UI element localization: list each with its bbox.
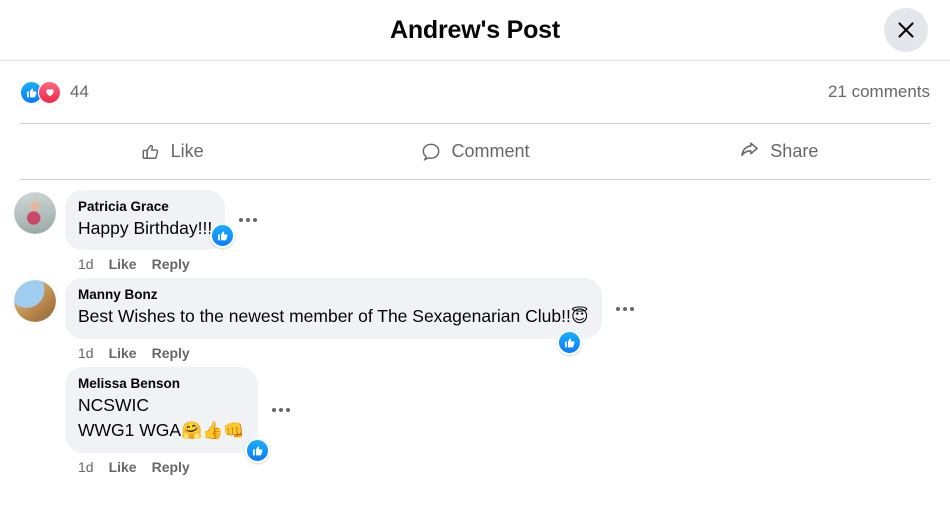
share-button[interactable]: Share xyxy=(627,124,930,179)
comment-author[interactable]: Manny Bonz xyxy=(78,286,589,304)
manny-avatar xyxy=(14,280,56,322)
comment-body: Melissa Benson NCSWIC WWG1 WGA🤗👍👊 1d Lik xyxy=(65,367,290,475)
more-options-icon[interactable] xyxy=(615,306,634,311)
reaction-count: 44 xyxy=(70,82,89,101)
comment-item: Patricia Grace Happy Birthday!!! 1d Like… xyxy=(0,190,950,272)
more-options-icon[interactable] xyxy=(239,218,258,222)
comment-author[interactable]: Melissa Benson xyxy=(78,375,245,393)
comments-count[interactable]: 21 comments xyxy=(828,82,930,102)
post-dialog: Andrew's Post 44 21 comments Like Commen… xyxy=(0,0,950,520)
thumbs-up-glyph xyxy=(26,87,37,97)
comment-reply-link[interactable]: Reply xyxy=(152,459,190,475)
comment-text-line-2: WWG1 WGA🤗👍👊 xyxy=(78,418,245,444)
comment-reply-link[interactable]: Reply xyxy=(152,345,190,361)
comment-like-badge[interactable] xyxy=(244,438,270,463)
avatar[interactable] xyxy=(14,192,56,234)
comment-time: 1d xyxy=(78,459,94,475)
comment-text: Happy Birthday!!! xyxy=(78,218,213,238)
comment-time: 1d xyxy=(78,256,94,272)
comment-like-link[interactable]: Like xyxy=(109,345,137,361)
action-bar: Like Comment Share xyxy=(20,124,930,180)
avatar[interactable] xyxy=(14,280,56,322)
close-icon xyxy=(898,22,914,38)
comment-meta: 1d Like Reply xyxy=(78,345,634,361)
comment-item: Manny Bonz Best Wishes to the newest mem… xyxy=(0,278,950,361)
thumbs-up-outline-icon xyxy=(142,144,158,159)
comment-bubble: Melissa Benson NCSWIC WWG1 WGA🤗👍👊 xyxy=(65,367,270,463)
comment-meta: 1d Like Reply xyxy=(78,256,257,272)
comment-time: 1d xyxy=(78,345,94,361)
thumbs-up-icon xyxy=(564,338,574,348)
thumbs-up-icon xyxy=(218,231,228,241)
comment-text: Best Wishes to the newest member of The … xyxy=(78,304,589,330)
share-arrow-icon xyxy=(741,142,759,157)
dialog-header: Andrew's Post xyxy=(0,0,950,61)
comment-like-link[interactable]: Like xyxy=(109,256,137,272)
page-title: Andrew's Post xyxy=(389,15,561,44)
comment-text-body: Best Wishes to the newest member of The … xyxy=(78,306,571,326)
like-button[interactable]: Like xyxy=(20,124,323,179)
comment-author[interactable]: Patricia Grace xyxy=(78,198,212,216)
comment-reply-link[interactable]: Reply xyxy=(152,256,190,272)
reaction-summary-row: 44 21 comments xyxy=(0,61,950,123)
comment-button-label: Comment xyxy=(451,141,530,161)
comment-body: Patricia Grace Happy Birthday!!! 1d Like… xyxy=(65,190,258,272)
more-options-icon[interactable] xyxy=(271,408,290,412)
heart-glyph xyxy=(45,89,54,97)
thumbs-up-icon xyxy=(252,446,262,456)
reaction-pills xyxy=(20,80,61,104)
heart-icon xyxy=(38,80,61,104)
comments-list: Patricia Grace Happy Birthday!!! 1d Like… xyxy=(0,180,950,475)
comment-like-badge[interactable] xyxy=(556,330,582,355)
close-button[interactable] xyxy=(884,8,928,52)
comment-item: Melissa Benson NCSWIC WWG1 WGA🤗👍👊 1d Lik xyxy=(0,367,950,475)
comment-like-badge[interactable] xyxy=(210,223,236,248)
comment-bubble: Patricia Grace Happy Birthday!!! xyxy=(65,190,236,250)
comment-bubble-icon xyxy=(423,143,440,161)
reaction-summary[interactable]: 44 xyxy=(20,80,89,104)
comment-bubble: Manny Bonz Best Wishes to the newest mem… xyxy=(65,278,602,355)
share-button-label: Share xyxy=(770,141,819,161)
like-button-label: Like xyxy=(170,141,204,161)
comment-text-line-1: NCSWIC xyxy=(78,395,149,415)
comment-emoji: 😇 xyxy=(570,307,589,327)
comment-like-link[interactable]: Like xyxy=(109,459,137,475)
comment-body: Manny Bonz Best Wishes to the newest mem… xyxy=(65,278,634,361)
melissa-avatar xyxy=(14,369,56,411)
avatar[interactable] xyxy=(14,369,56,411)
comment-emoji: 🤗👍👊 xyxy=(181,421,245,441)
comment-button[interactable]: Comment xyxy=(323,124,626,179)
comment-text-body: WWG1 WGA xyxy=(78,420,182,440)
patricia-avatar xyxy=(14,192,56,234)
